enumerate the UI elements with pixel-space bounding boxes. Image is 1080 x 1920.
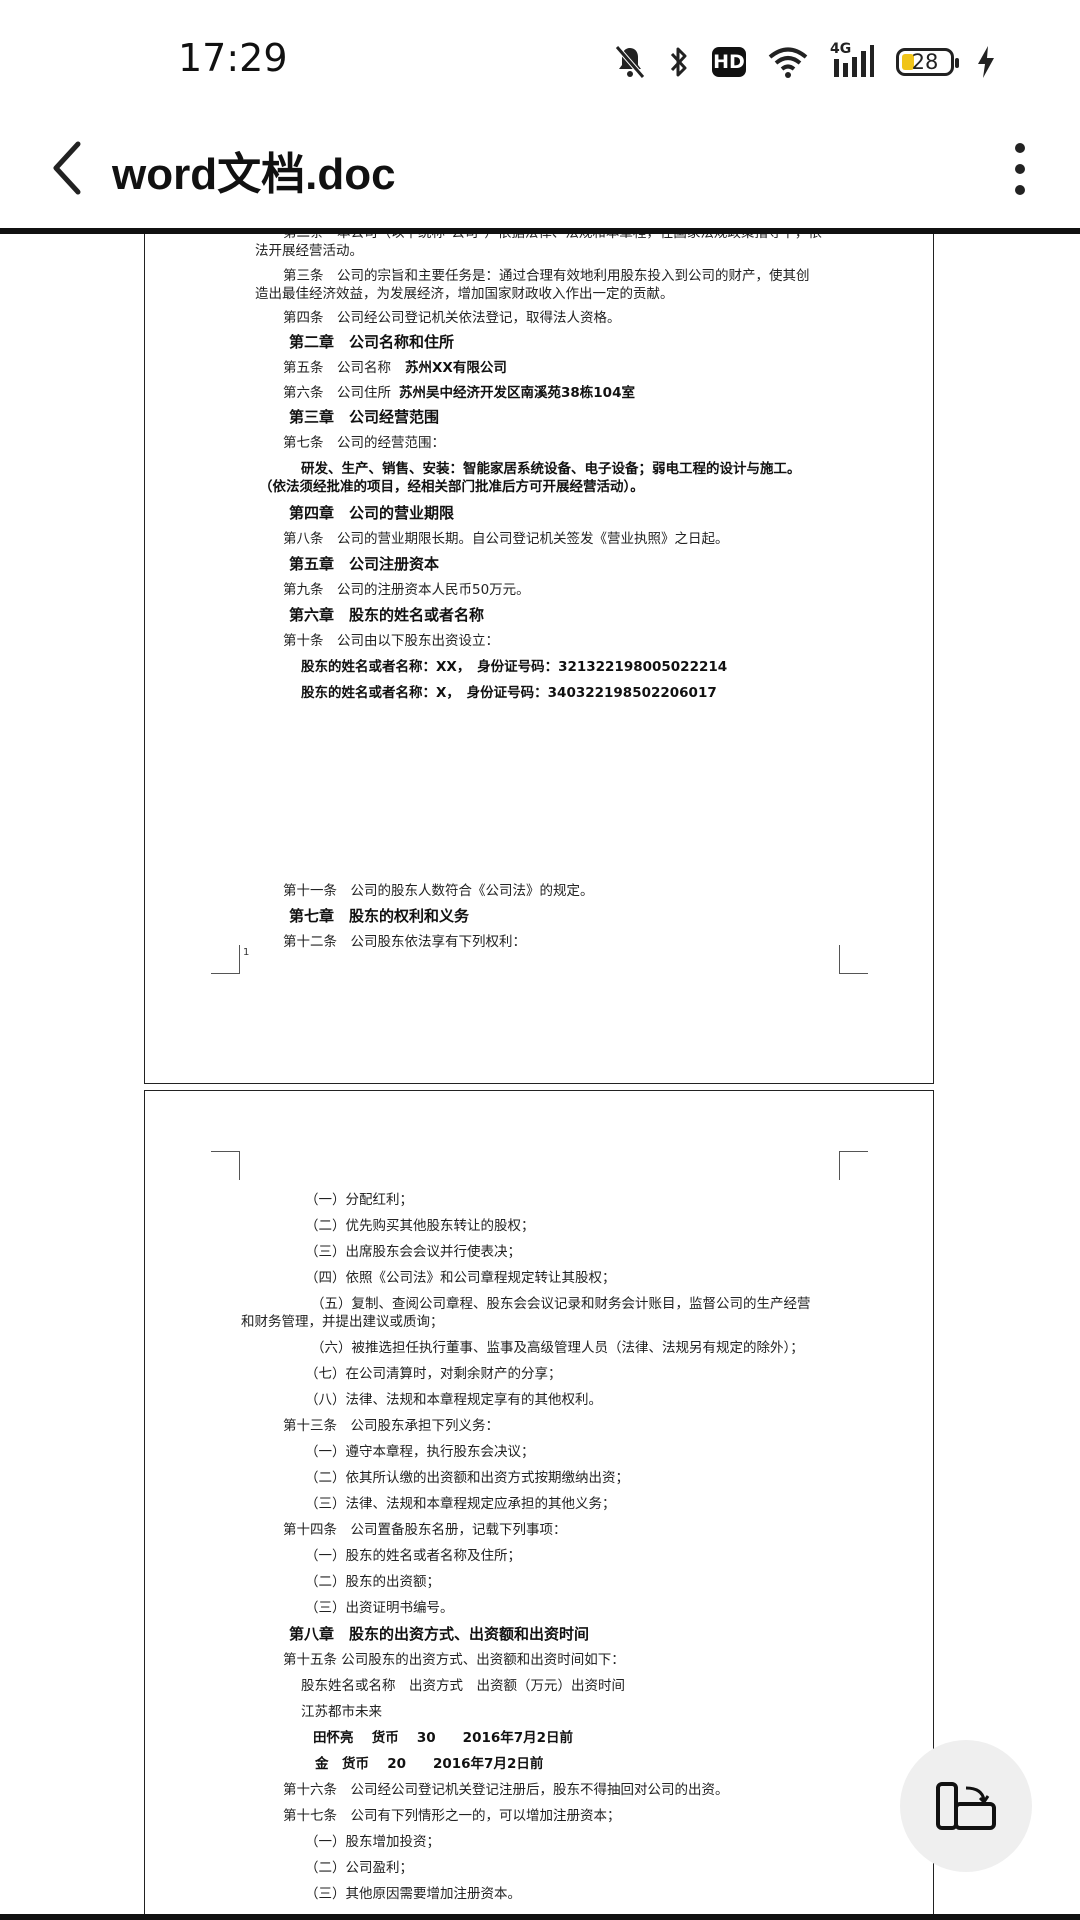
shareholder-line: 股东的姓名或者名称：XX， 身份证号码：321322198005022214	[301, 659, 728, 675]
doc-line: （四）依照《公司法》和公司章程规定转让其股权；	[305, 1270, 616, 1286]
doc-line: 第十六条 公司经公司登记机关登记注册后，股东不得抽回对公司的出资。	[283, 1782, 729, 1798]
page-margin-mark	[211, 1151, 240, 1180]
doc-line: （二）优先购买其他股东转让的股权；	[305, 1218, 535, 1234]
doc-line-bold: 苏州吴中经济开发区南溪苑38栋104室	[399, 385, 635, 401]
doc-line-bold: 苏州XX有限公司	[405, 360, 507, 376]
hd-badge: HD	[712, 47, 746, 77]
rotate-screen-icon	[936, 1782, 996, 1830]
status-bar: 17:29 HD 4G 28	[0, 0, 1080, 110]
document-page-1: 第二条 本公司（以下统称"公司"）依据法律、法规和本章程，在国家法规政策指导下，…	[144, 234, 934, 1084]
doc-line: 第十五条 公司股东的出资方式、出资额和出资时间如下：	[283, 1652, 625, 1668]
battery-indicator: 28	[896, 48, 959, 76]
doc-line: 第十四条 公司置备股东名册，记载下列事项：	[283, 1522, 567, 1538]
back-arrow-icon[interactable]	[44, 132, 96, 204]
doc-line: （二）依其所认缴的出资额和出资方式按期缴纳出资；	[305, 1470, 629, 1486]
contribution-row: 田怀亮 货币 30 2016年7月2日前	[313, 1730, 574, 1746]
bluetooth-icon	[670, 47, 687, 77]
doc-line: （一）股东增加投资；	[305, 1834, 440, 1850]
chapter-heading: 第二章 公司名称和住所	[289, 333, 455, 351]
more-vertical-icon[interactable]	[1000, 134, 1040, 204]
doc-line: 第九条 公司的注册资本人民币50万元。	[283, 582, 530, 598]
doc-line: 第十一条 公司的股东人数符合《公司法》的规定。	[283, 883, 594, 899]
chapter-heading: 第八章 股东的出资方式、出资额和出资时间	[289, 1625, 590, 1643]
doc-line-bold: 研发、生产、销售、安装：智能家居系统设备、电子设备；弱电工程的设计与施工。	[301, 461, 801, 477]
status-icons: HD 4G 28	[614, 38, 996, 86]
rotate-screen-button[interactable]	[900, 1740, 1032, 1872]
doc-line: （一）股东的姓名或者名称及住所；	[305, 1548, 521, 1564]
contribution-row: 金 货币 20 2016年7月2日前	[315, 1756, 544, 1772]
doc-line: 第十三条 公司股东承担下列义务：	[283, 1418, 499, 1434]
doc-line: 第十条 公司由以下股东出资设立：	[283, 633, 499, 649]
doc-line: （八）法律、法规和本章程规定享有的其他权利。	[305, 1392, 602, 1408]
chapter-heading: 第六章 股东的姓名或者名称	[289, 606, 485, 624]
doc-line: 第五条 公司名称	[283, 360, 391, 376]
document-page-2: （一）分配红利； （二）优先购买其他股东转让的股权； （三）出席股东会会议并行使…	[144, 1090, 934, 1920]
doc-line: 第四条 公司经公司登记机关依法登记，取得法人资格。	[283, 310, 621, 326]
page-margin-mark	[839, 1151, 868, 1180]
doc-line: （三）出席股东会会议并行使表决；	[305, 1244, 521, 1260]
document-viewport[interactable]: 第二条 本公司（以下统称"公司"）依据法律、法规和本章程，在国家法规政策指导下，…	[0, 234, 1080, 1920]
table-header-line: 股东姓名或名称 出资方式 出资额（万元）出资时间	[301, 1678, 625, 1694]
shareholder-line: 股东的姓名或者名称：X， 身份证号码：340322198502206017	[301, 685, 717, 701]
bottom-edge	[0, 1914, 1080, 1920]
doc-line: 第七条 公司的经营范围：	[283, 435, 445, 451]
chapter-heading: 第三章 公司经营范围	[289, 408, 440, 426]
doc-line: 第十七条 公司有下列情形之一的，可以增加注册资本；	[283, 1808, 621, 1824]
doc-line: 第十二条 公司股东依法享有下列权利：	[283, 934, 526, 950]
doc-line: （三）法律、法规和本章程规定应承担的其他义务；	[305, 1496, 616, 1512]
signal-icon: 4G	[830, 41, 874, 79]
status-time: 17:29	[178, 36, 288, 80]
doc-line: 第二条 本公司（以下统称"公司"）依据法律、法规和本章程，在国家法规政策指导下，…	[283, 234, 822, 242]
doc-line: 第八条 公司的营业期限长期。自公司登记机关签发《营业执照》之日起。	[283, 531, 729, 547]
doc-line: 和财务管理，并提出建议或质询；	[241, 1314, 444, 1330]
doc-line: （二）公司盈利；	[305, 1860, 413, 1876]
chapter-heading: 第五章 公司注册资本	[289, 555, 440, 573]
app-bar: word文档.doc	[0, 110, 1080, 228]
battery-level: 28	[911, 50, 939, 74]
charging-bolt-icon	[978, 46, 994, 78]
doc-line: （一）分配红利；	[305, 1192, 413, 1208]
doc-line: 江苏都市未来	[301, 1704, 382, 1720]
doc-line: （六）被推选担任执行董事、监事及高级管理人员（法律、法规另有规定的除外）；	[311, 1340, 804, 1356]
doc-line: 造出最佳经济效益，为发展经济，增加国家财政收入作出一定的贡献。	[255, 286, 674, 302]
page-number: 1	[243, 947, 250, 958]
doc-line: （二）股东的出资额；	[305, 1574, 440, 1590]
doc-line: （一）遵守本章程，执行股东会决议；	[305, 1444, 535, 1460]
document-title: word文档.doc	[112, 150, 396, 199]
page-margin-mark	[839, 945, 868, 974]
doc-line-bold: （依法须经批准的项目，经相关部门批准后方可开展经营活动）。	[259, 479, 644, 495]
chapter-heading: 第四章 公司的营业期限	[289, 504, 455, 522]
doc-line: （三）出资证明书编号。	[305, 1600, 454, 1616]
doc-line: 法开展经营活动。	[255, 243, 363, 259]
wifi-icon	[768, 47, 808, 78]
doc-line: （七）在公司清算时，对剩余财产的分享；	[305, 1366, 562, 1382]
doc-line: （三）其他原因需要增加注册资本。	[305, 1886, 521, 1902]
doc-line: （五）复制、查阅公司章程、股东会会议记录和财务会计账目，监督公司的生产经营	[311, 1296, 811, 1312]
doc-line: 第三条 公司的宗旨和主要任务是：通过合理有效地利用股东投入到公司的财产，使其创	[283, 268, 810, 284]
bell-off-icon	[615, 45, 645, 79]
chapter-heading: 第七章 股东的权利和义务	[289, 907, 470, 925]
doc-line: 第六条 公司住所	[283, 385, 391, 401]
page-margin-mark	[211, 945, 240, 974]
